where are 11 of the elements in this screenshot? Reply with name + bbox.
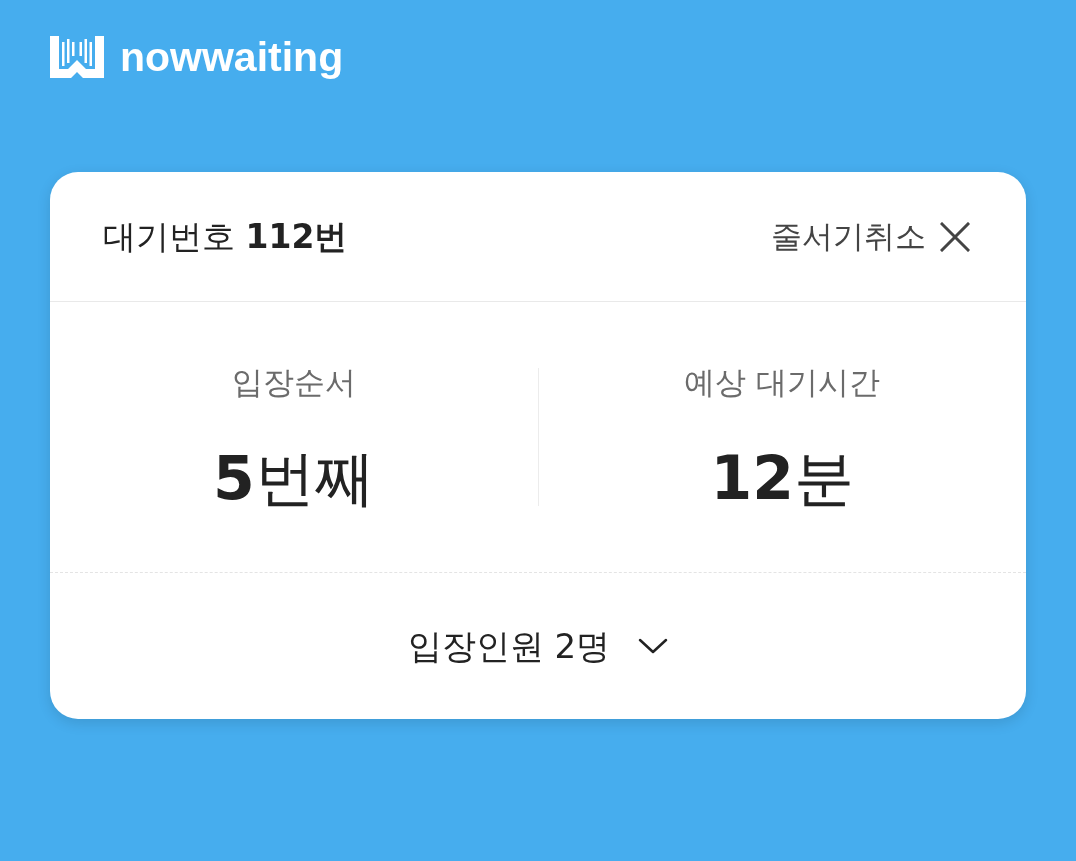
brand-name: nowwaiting (120, 35, 344, 79)
stat-label: 입장순서 (230, 363, 357, 402)
ticket-number: 대기번호 112번 (103, 216, 348, 257)
close-icon (940, 221, 970, 252)
stat-value: 5번째 (211, 442, 376, 515)
chevron-icon (638, 638, 669, 654)
logo-icon (50, 36, 104, 78)
stat-label: 예상 대기시간 (683, 363, 882, 402)
stat-value: 12분 (709, 442, 855, 515)
party-size-dropdown[interactable]: 입장인원 2명 (401, 621, 675, 671)
cancel-queue-button[interactable]: 줄서기취소 (769, 213, 972, 260)
